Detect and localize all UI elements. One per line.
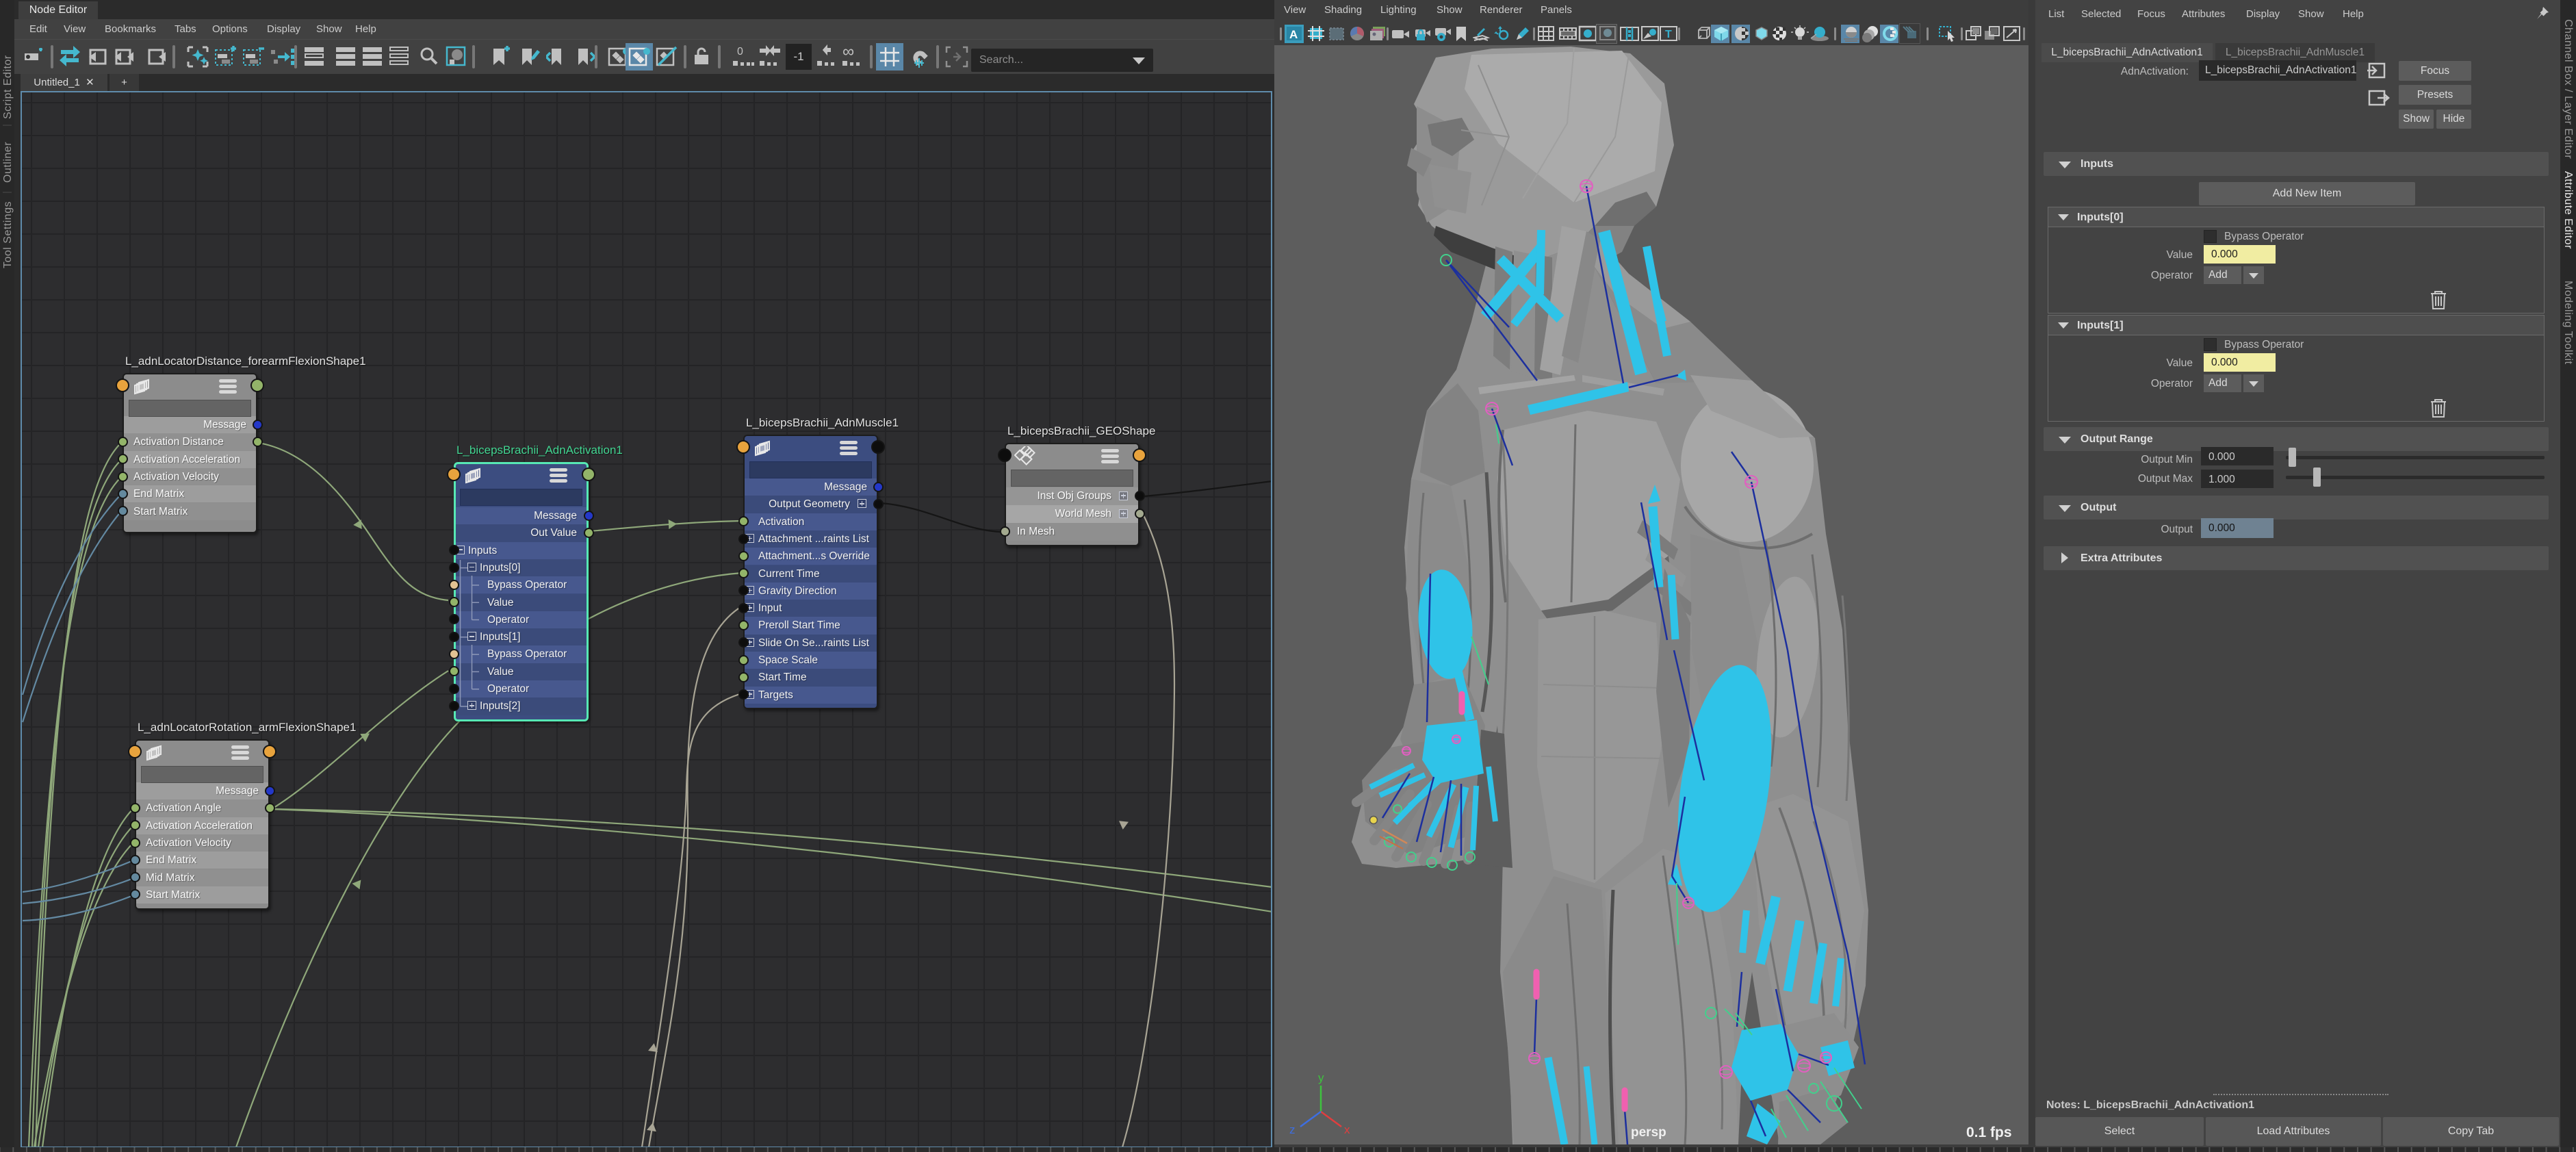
- svg-text:T: T: [1665, 29, 1672, 40]
- svg-text:0.1 fps: 0.1 fps: [1966, 1125, 2012, 1140]
- svg-text:z: z: [1289, 1123, 1296, 1136]
- svg-text:x: x: [1344, 1123, 1350, 1136]
- svg-text:∞: ∞: [842, 44, 854, 61]
- svg-text:0: 0: [737, 46, 743, 57]
- svg-text:persp: persp: [1631, 1125, 1666, 1140]
- svg-text:y: y: [1318, 1071, 1324, 1084]
- svg-text:A: A: [1289, 28, 1298, 41]
